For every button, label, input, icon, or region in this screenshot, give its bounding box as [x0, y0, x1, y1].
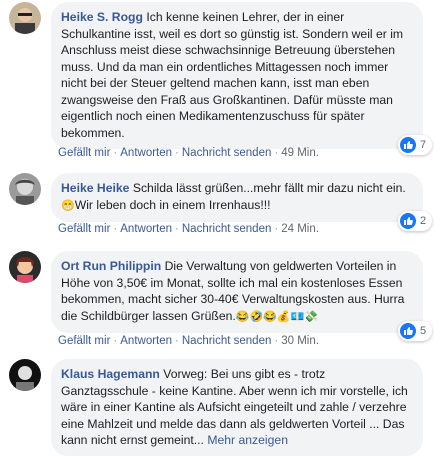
like-link[interactable]: Gefällt mir — [58, 223, 110, 235]
separator: · — [175, 335, 179, 347]
reaction-count[interactable]: 7 — [398, 135, 432, 155]
reaction-number: 5 — [420, 325, 427, 337]
comment-actions: Gefällt mir · Antworten · Nachricht senden · 2… — [58, 223, 319, 235]
separator: · — [274, 223, 279, 235]
show-more-link[interactable]: Mehr anzeigen — [207, 433, 288, 447]
like-icon — [400, 323, 416, 339]
send-message-link[interactable]: Nachricht senden — [182, 223, 272, 235]
like-link[interactable]: Gefällt mir — [58, 147, 110, 159]
timestamp[interactable]: 24 Min. — [281, 223, 319, 235]
timestamp[interactable]: 30 Min. — [281, 335, 319, 347]
like-link[interactable]: Gefällt mir — [58, 335, 110, 347]
avatar[interactable] — [9, 173, 41, 205]
comment-bubble: Heike Heike Schilda lässt grüßen...mehr … — [51, 173, 423, 222]
separator: · — [113, 147, 118, 159]
separator: · — [113, 335, 118, 347]
comment-text-continued: Wir leben doch in einem Irrenhaus!!! — [74, 197, 271, 212]
separator: · — [175, 147, 179, 159]
reaction-count[interactable]: 5 — [398, 321, 432, 341]
reaction-count[interactable]: 2 — [398, 211, 432, 231]
comment-actions: Gefällt mir · Antworten · Nachricht senden · 4… — [58, 147, 319, 159]
reply-link[interactable]: Antworten — [120, 147, 172, 159]
comment-actions: Gefällt mir · Antworten · Nachricht senden · 3… — [58, 335, 319, 347]
send-message-link[interactable]: Nachricht senden — [182, 147, 272, 159]
comment-text: Ich kenne keinen Lehrer, der in einer Sc… — [61, 10, 404, 140]
reply-link[interactable]: Antworten — [120, 223, 172, 235]
comment-author[interactable]: Ort Run Philippin — [61, 259, 161, 273]
timestamp[interactable]: 49 Min. — [281, 147, 319, 159]
reaction-number: 7 — [420, 139, 427, 151]
avatar[interactable] — [9, 251, 41, 283]
grin-emoji: 😁 — [61, 199, 75, 212]
emoji-sequence: 😂🤣😂💰💶💸 — [235, 310, 318, 323]
separator: · — [175, 223, 179, 235]
reply-link[interactable]: Antworten — [120, 335, 172, 347]
separator: · — [274, 147, 279, 159]
avatar[interactable] — [9, 359, 41, 391]
reaction-number: 2 — [420, 215, 427, 227]
comment-bubble: Ort Run Philippin Die Verwaltung von gel… — [51, 251, 423, 333]
like-icon — [400, 213, 416, 229]
comment-author[interactable]: Heike Heike — [61, 181, 129, 195]
avatar[interactable] — [9, 2, 41, 34]
comment-bubble: Heike S. Rogg Ich kenne keinen Lehrer, d… — [51, 2, 423, 149]
send-message-link[interactable]: Nachricht senden — [182, 335, 272, 347]
comment-text: Schilda lässt grüßen...mehr fällt mir da… — [132, 181, 406, 195]
comment-author[interactable]: Heike S. Rogg — [61, 10, 143, 24]
comment-author[interactable]: Klaus Hagemann — [61, 367, 160, 381]
separator: · — [113, 223, 118, 235]
comment-bubble: Klaus Hagemann Vorweg: Bei uns gibt es -… — [51, 359, 423, 456]
separator: · — [274, 335, 279, 347]
like-icon — [400, 137, 416, 153]
